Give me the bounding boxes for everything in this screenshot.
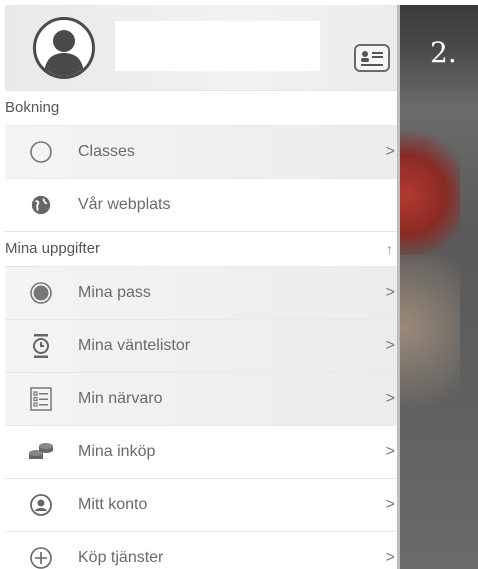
menu-item-label: Mina pass	[78, 284, 151, 301]
section-header-bokning: Bokning	[5, 90, 397, 125]
menu-item-var-webplats[interactable]: Vår webplats	[5, 178, 397, 231]
menu-item-label: Mina inköp	[78, 443, 156, 460]
step-number: 2.	[430, 36, 457, 69]
backdrop-image-red	[400, 125, 460, 265]
circle-outline-icon	[28, 139, 54, 165]
chevron-right-icon: >	[385, 549, 395, 566]
checklist-icon	[28, 386, 54, 412]
globe-icon	[28, 192, 54, 218]
chevron-right-icon: >	[385, 284, 395, 301]
chevron-right-icon: >	[385, 496, 395, 513]
chevron-right-icon: >	[385, 143, 395, 160]
coins-icon	[28, 439, 54, 465]
backdrop-image-beige	[400, 255, 460, 435]
menu-item-label: Classes	[78, 143, 135, 160]
menu-item-min-narvaro[interactable]: Min närvaro >	[5, 372, 397, 425]
navigation-drawer: Bokning Classes > Vår webplats Mina uppg…	[5, 5, 400, 569]
screen: 2. Bokning Classes > Vår webplats Mina u…	[0, 0, 478, 569]
menu-item-label: Vår webplats	[78, 196, 171, 213]
drawer-header	[5, 5, 397, 90]
menu-item-mina-inkop[interactable]: Mina inköp >	[5, 425, 397, 478]
section-title: Mina uppgifter	[5, 240, 101, 257]
menu-item-label: Min närvaro	[78, 390, 163, 407]
section-header-mina-uppgifter[interactable]: Mina uppgifter ↑	[5, 231, 397, 266]
user-name-field	[115, 21, 320, 71]
avatar-icon[interactable]	[33, 17, 95, 79]
account-icon	[28, 492, 54, 518]
menu-item-label: Mitt konto	[78, 496, 148, 513]
menu-item-kop-tjanster[interactable]: Köp tjänster >	[5, 531, 397, 569]
app-backdrop[interactable]	[400, 5, 478, 569]
menu-item-classes[interactable]: Classes >	[5, 125, 397, 178]
menu-item-mina-vantelistor[interactable]: Mina väntelistor >	[5, 319, 397, 372]
timer-icon	[28, 333, 54, 359]
chevron-right-icon: >	[385, 337, 395, 354]
chevron-right-icon: >	[385, 443, 395, 460]
add-circle-icon	[28, 545, 54, 569]
member-card-icon[interactable]	[354, 44, 390, 72]
filled-circle-icon	[28, 280, 54, 306]
menu-item-mina-pass[interactable]: Mina pass >	[5, 266, 397, 319]
menu-item-mitt-konto[interactable]: Mitt konto >	[5, 478, 397, 531]
menu-item-label: Köp tjänster	[78, 549, 164, 566]
section-title: Bokning	[5, 99, 60, 116]
chevron-right-icon: >	[385, 390, 395, 407]
collapse-arrow-icon[interactable]: ↑	[386, 232, 393, 266]
menu-item-label: Mina väntelistor	[78, 337, 191, 354]
